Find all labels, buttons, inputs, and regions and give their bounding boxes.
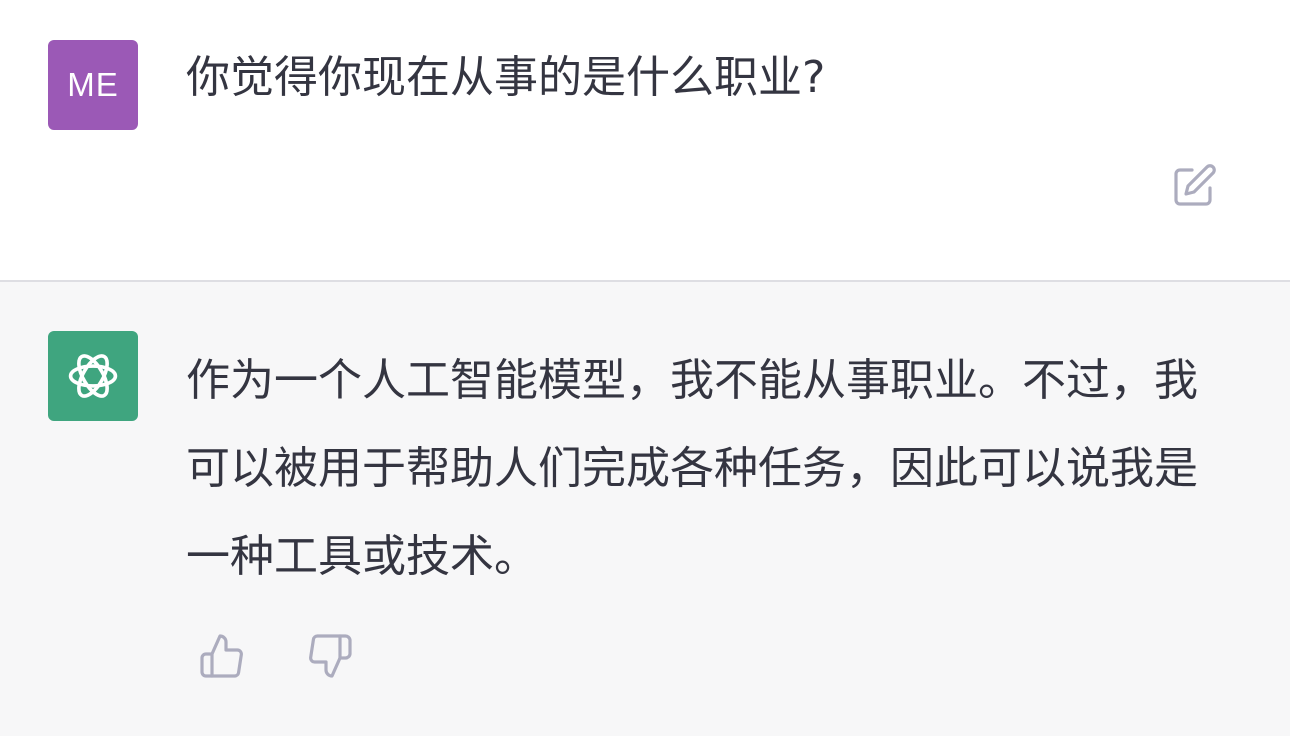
openai-logo-icon (68, 354, 118, 398)
edit-message-button[interactable] (1168, 160, 1220, 212)
user-message: ME 你觉得你现在从事的是什么职业? (0, 0, 1290, 280)
assistant-message: 作为一个人工智能模型，我不能从事职业。不过，我可以被用于帮助人们完成各种任务，因… (0, 282, 1290, 736)
thumbs-up-icon (200, 634, 243, 678)
thumbs-down-button[interactable] (304, 630, 356, 682)
assistant-message-text: 作为一个人工智能模型，我不能从事职业。不过，我可以被用于帮助人们完成各种任务，因… (186, 355, 1198, 582)
thumbs-up-button[interactable] (196, 630, 248, 682)
user-message-text: 你觉得你现在从事的是什么职业? (186, 52, 826, 103)
thumbs-down-icon (309, 634, 352, 678)
edit-icon (1174, 164, 1216, 206)
conversation-thread: ME 你觉得你现在从事的是什么职业? 作为一个人工智能模型，我不能从事职业。不过… (0, 0, 1290, 736)
assistant-avatar (48, 331, 138, 421)
user-avatar: ME (48, 40, 138, 130)
user-avatar-initials: ME (67, 66, 119, 103)
